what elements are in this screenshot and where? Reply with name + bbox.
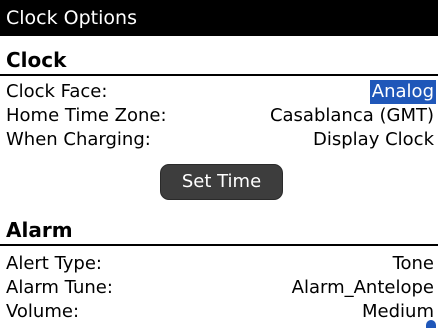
- alert-type-label: Alert Type:: [6, 253, 102, 274]
- clock-face-value[interactable]: Analog: [369, 80, 436, 104]
- home-time-zone-row[interactable]: Home Time Zone: Casablanca (GMT): [0, 104, 438, 128]
- alarm-tune-row[interactable]: Alarm Tune: Alarm_Antelope: [0, 276, 438, 300]
- alert-type-row[interactable]: Alert Type: Tone: [0, 252, 438, 276]
- alarm-section-header: Alarm: [0, 214, 438, 246]
- when-charging-label: When Charging:: [6, 129, 151, 150]
- volume-label: Volume:: [6, 301, 80, 322]
- clock-section-header: Clock: [0, 44, 438, 76]
- home-time-zone-value[interactable]: Casablanca (GMT): [270, 104, 434, 128]
- alarm-tune-label: Alarm Tune:: [6, 277, 113, 298]
- clock-face-label: Clock Face:: [6, 81, 108, 102]
- scroll-indicator-icon: [426, 320, 436, 328]
- volume-row[interactable]: Volume: Medium: [0, 300, 438, 324]
- volume-value[interactable]: Medium: [362, 300, 434, 324]
- clock-section-title: Clock: [6, 48, 67, 72]
- clock-section-divider: [0, 74, 438, 76]
- alarm-tune-value[interactable]: Alarm_Antelope: [292, 276, 434, 300]
- when-charging-row[interactable]: When Charging: Display Clock: [0, 128, 438, 152]
- alert-type-value[interactable]: Tone: [393, 252, 434, 276]
- clock-face-row[interactable]: Clock Face: Analog: [0, 80, 438, 104]
- set-time-button[interactable]: Set Time: [160, 164, 283, 200]
- alarm-section-title: Alarm: [6, 218, 73, 242]
- screen-title: Clock Options: [0, 0, 438, 36]
- home-time-zone-label: Home Time Zone:: [6, 105, 167, 126]
- alarm-section-divider: [0, 244, 438, 246]
- when-charging-value[interactable]: Display Clock: [313, 128, 434, 152]
